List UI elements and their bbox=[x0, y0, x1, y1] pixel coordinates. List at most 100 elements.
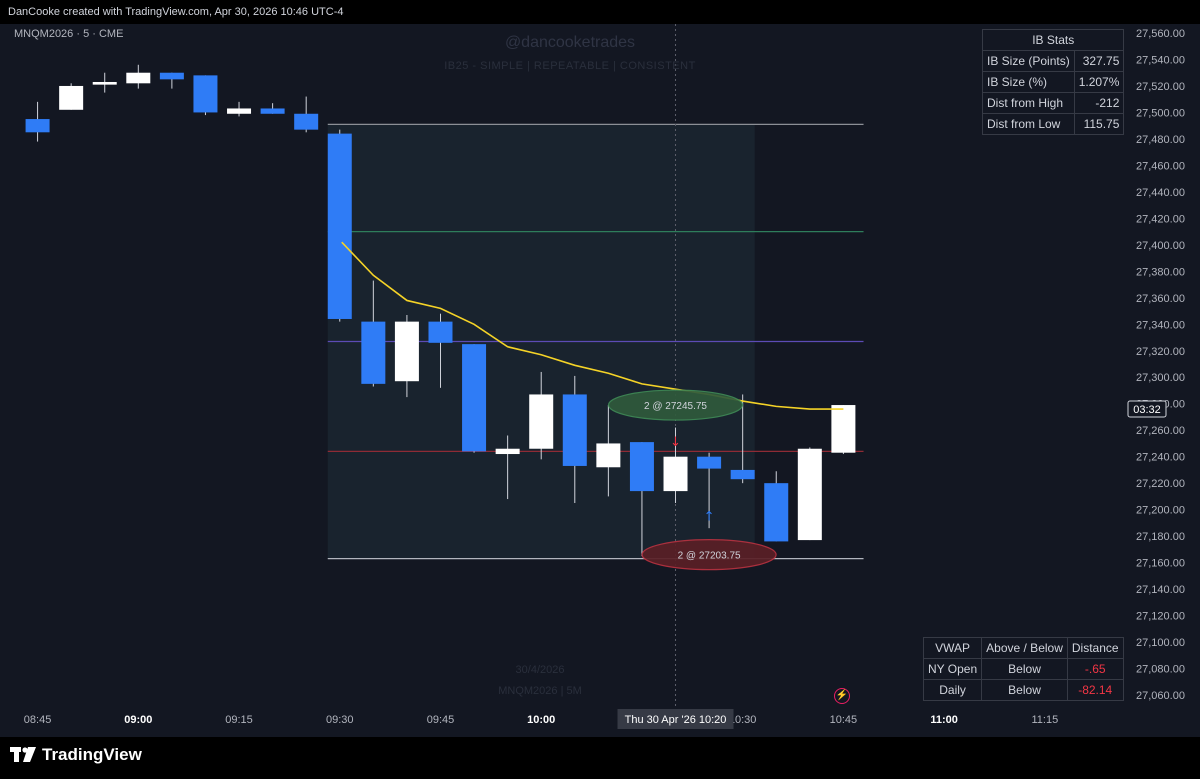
ib-stats-table: IB Stats IB Size (Points) 327.75 IB Size … bbox=[981, 29, 1125, 135]
position-header: Above / Below bbox=[981, 637, 1068, 659]
table-row: IB Size (Points) 327.75 bbox=[982, 50, 1125, 72]
candle-body bbox=[596, 443, 621, 468]
table-row: Dist from Low 115.75 bbox=[982, 113, 1125, 135]
candle-body bbox=[730, 469, 755, 480]
tradingview-logo: TradingView bbox=[10, 744, 142, 766]
watermark-instrument: MNQM2026 | 5M bbox=[498, 685, 582, 697]
candle-body bbox=[831, 405, 856, 453]
price-tick-label: 27,480.00 bbox=[1136, 134, 1185, 146]
price-tick-label: 27,260.00 bbox=[1136, 425, 1185, 437]
price-tick-label: 27,180.00 bbox=[1136, 531, 1185, 543]
ib-stat-label: IB Size (%) bbox=[982, 71, 1075, 93]
price-tick-label: 27,300.00 bbox=[1136, 372, 1185, 384]
table-row: NY Open Below -.65 bbox=[922, 658, 1124, 680]
price-tick-label: 27,380.00 bbox=[1136, 266, 1185, 278]
lightning-icon[interactable]: ⚡ bbox=[834, 688, 850, 704]
vwap-row-label: Daily bbox=[922, 679, 983, 701]
watermark-handle: @dancooketrades bbox=[504, 34, 636, 51]
table-row: Daily Below -82.14 bbox=[922, 679, 1124, 701]
ib-stat-label: IB Size (Points) bbox=[982, 50, 1075, 72]
price-tick-label: 27,160.00 bbox=[1136, 558, 1185, 570]
price-tick-label: 27,360.00 bbox=[1136, 293, 1185, 305]
sell-arrow-icon: ↓ bbox=[670, 435, 681, 450]
tradingview-icon bbox=[10, 747, 36, 762]
vwap-row-position: Below bbox=[981, 679, 1068, 701]
time-tick-label: 09:30 bbox=[326, 714, 354, 726]
price-tick-label: 27,540.00 bbox=[1136, 54, 1185, 66]
candle-body bbox=[159, 72, 184, 80]
ib-stat-value: 327.75 bbox=[1073, 50, 1125, 72]
trade-label: 2 @ 27245.75 bbox=[644, 401, 707, 412]
price-axis: 27,560.00 27,540.00 27,520.00 27,500.00 27,4… bbox=[1126, 24, 1200, 737]
price-tick-label: 27,560.00 bbox=[1136, 28, 1185, 40]
ib-stat-label: Dist from High bbox=[982, 92, 1075, 114]
trade-label: 2 @ 27203.75 bbox=[678, 551, 741, 562]
price-tick-label: 27,460.00 bbox=[1136, 160, 1185, 172]
candle-body bbox=[361, 321, 386, 384]
price-tick-label: 27,440.00 bbox=[1136, 187, 1185, 199]
symbol-label[interactable]: MNQM2026 · 5 · CME bbox=[14, 28, 123, 40]
table-row: Dist from High -212 bbox=[982, 92, 1125, 114]
candle-body bbox=[697, 456, 722, 469]
price-tick-label: 27,500.00 bbox=[1136, 107, 1185, 119]
candle-body bbox=[260, 108, 285, 114]
watermark-tagline: IB25 - SIMPLE | REPEATABLE | CONSISTENT bbox=[444, 60, 696, 72]
distance-header: Distance bbox=[1066, 637, 1124, 659]
countdown-label: 03:32 bbox=[1133, 404, 1161, 416]
candle-body bbox=[327, 133, 352, 319]
price-tick-label: 27,220.00 bbox=[1136, 478, 1185, 490]
price-tick-label: 27,060.00 bbox=[1136, 690, 1185, 702]
vwap-row-distance: -82.14 bbox=[1066, 679, 1124, 701]
vwap-row-distance: -.65 bbox=[1066, 658, 1124, 680]
price-tick-label: 27,400.00 bbox=[1136, 240, 1185, 252]
time-tick-label: 11:15 bbox=[1031, 714, 1058, 726]
candle-body bbox=[193, 75, 218, 113]
candle-body bbox=[428, 321, 453, 343]
ib-stat-value: -212 bbox=[1073, 92, 1125, 114]
vwap-table: VWAP Above / Below Distance NY Open Belo… bbox=[922, 637, 1124, 701]
ib-stat-value: 115.75 bbox=[1073, 113, 1125, 135]
price-tick-label: 27,320.00 bbox=[1136, 346, 1185, 358]
ib-stat-label: Dist from Low bbox=[982, 113, 1075, 135]
footer-bar bbox=[0, 737, 1200, 779]
candle-body bbox=[462, 344, 487, 452]
candle-body bbox=[764, 483, 789, 542]
vwap-row-position: Below bbox=[981, 658, 1068, 680]
time-tick-label: 10:00 bbox=[527, 714, 555, 726]
candle-body bbox=[126, 72, 151, 84]
candle-body bbox=[562, 394, 587, 466]
candle-body bbox=[663, 456, 688, 492]
time-tick-label: 08:45 bbox=[24, 714, 52, 726]
candle-body bbox=[59, 85, 84, 110]
candle-body bbox=[495, 448, 520, 455]
price-tick-label: 27,080.00 bbox=[1136, 664, 1185, 676]
time-axis: 08:45 09:00 09:15 09:30 09:45 10:00 10:30 10:45… bbox=[24, 709, 1058, 729]
vwap-row-label: NY Open bbox=[922, 658, 983, 680]
time-tick-label: 10:45 bbox=[830, 714, 858, 726]
time-tick-label: 09:00 bbox=[124, 714, 152, 726]
brand-name: TradingView bbox=[42, 745, 142, 764]
time-tick-label: 09:15 bbox=[225, 714, 253, 726]
price-tick-label: 27,200.00 bbox=[1136, 505, 1185, 517]
buy-arrow-icon: ↑ bbox=[704, 510, 715, 525]
table-row: IB Size (%) 1.207% bbox=[982, 71, 1125, 93]
candle-body bbox=[394, 321, 419, 382]
ib-stat-value: 1.207% bbox=[1073, 71, 1125, 93]
table-header-row: VWAP Above / Below Distance bbox=[922, 637, 1124, 659]
candle-body bbox=[92, 81, 117, 85]
time-tick-label: 11:00 bbox=[930, 714, 958, 726]
price-tick-label: 27,100.00 bbox=[1136, 637, 1185, 649]
time-tick-label: 09:45 bbox=[427, 714, 455, 726]
price-tick-label: 27,140.00 bbox=[1136, 584, 1185, 596]
crosshair-time-label: Thu 30 Apr '26 10:20 bbox=[625, 714, 727, 726]
price-tick-label: 27,520.00 bbox=[1136, 81, 1185, 93]
candle-body bbox=[629, 442, 654, 492]
price-tick-label: 27,120.00 bbox=[1136, 611, 1185, 623]
candle-body bbox=[294, 113, 319, 130]
price-tick-label: 27,240.00 bbox=[1136, 452, 1185, 464]
watermark-date: 30/4/2026 bbox=[515, 664, 565, 676]
ib-stats-title: IB Stats bbox=[981, 29, 1125, 51]
price-tick-label: 27,340.00 bbox=[1136, 319, 1185, 331]
candle-body bbox=[797, 448, 822, 541]
price-tick-label: 27,420.00 bbox=[1136, 213, 1185, 225]
